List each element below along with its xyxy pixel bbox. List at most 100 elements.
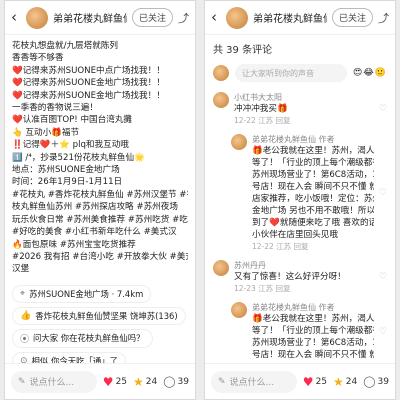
star-icon: ★	[133, 374, 144, 389]
comment-text: 等了！「行业的顶上每个潮级都有」	[252, 158, 374, 168]
comment-field[interactable]: 让大家听到你的声音	[235, 64, 347, 82]
comment-meta: 12-22 江苏 回复	[252, 242, 309, 251]
post-header: ‹ 弟弟花楼丸鲜鱼仙 已关注 ⤴	[205, 1, 395, 35]
post-text-line: 地点：苏州SUONE金地广场	[12, 165, 120, 176]
comment-item[interactable]: 苏州丹丹 又有了惊喜！这么好评分呀！ 12-23 江苏 回复 ♡	[205, 254, 395, 296]
author-avatar[interactable]	[26, 6, 48, 29]
author-avatar[interactable]	[226, 6, 248, 29]
comment-count: 共 39 条评论	[213, 45, 273, 56]
comment-text: 店家推荐，吃小饭哦！定位：苏州SUONE	[252, 194, 374, 204]
question-icon: ⦿	[20, 334, 30, 345]
product-card[interactable]: 👍 香炸花枝丸鲜鱼仙赞坚果 饶坤苏(136)	[12, 306, 186, 325]
commenter-name[interactable]: 弟弟花楼丸鲜鱼仙 作者	[252, 134, 374, 145]
product-text: 香炸花枝丸鲜鱼仙赞坚果 饶坤苏(136)	[35, 310, 178, 321]
post-text-line: ❤️认准百图TOP! 中国台湾丸攤	[12, 115, 133, 126]
commenter-name[interactable]: 弟弟花楼丸鲜鱼仙 作者	[252, 302, 374, 313]
back-icon[interactable]: ‹	[11, 10, 21, 25]
comment-placeholder: 说点什么...	[229, 378, 275, 388]
post-text-line: 一季香的香物说三遍！	[12, 103, 98, 114]
commenter-name[interactable]: 苏州丹丹	[234, 260, 374, 271]
post-text-line: 时间：26年1月9日-1月11日	[12, 177, 123, 188]
follow-button[interactable]: 已关注	[131, 8, 173, 27]
comment-item[interactable]: 小红书大太阳 冲冲冲我买🎁 12-22 江苏 回复 ♡	[205, 86, 395, 128]
reply-item[interactable]: 弟弟花楼丸鲜鱼仙 作者🎁老公我就在这里！苏州，渴人家久等了！「行业的顶上每个潮级…	[205, 128, 395, 254]
comment-text: 金地广场 另也不用不敢哦！所以你都要再	[252, 206, 374, 216]
post-text-line: 枝丸鲜鱼仙苏州 #苏州探店攻略 #苏州夜场	[12, 202, 178, 213]
comment-bubble-icon: ◯	[363, 375, 376, 388]
comments-count: 39	[177, 376, 189, 387]
comment-bubble-icon: ◯	[163, 375, 176, 388]
collect-button[interactable]: ★ 24	[133, 375, 157, 389]
share-icon[interactable]: ⤴	[378, 10, 389, 26]
like-button[interactable]: ♥ 25	[303, 375, 327, 389]
commenter-avatar[interactable]	[231, 302, 247, 318]
post-text-line: ❤️记得来苏州SUONE金地广场找我！！	[12, 90, 165, 101]
follow-button[interactable]: 已关注	[331, 8, 373, 27]
post-text-line: 🔥面包原味 #苏州宝宝吃货推荐	[12, 239, 136, 250]
action-bar: ✎ 说点什么... ♥ 25 ★ 24 ◯ 39	[205, 363, 395, 399]
author-name[interactable]: 弟弟花楼丸鲜鱼仙	[53, 10, 127, 25]
comment-text: 冲冲冲我买🎁	[234, 104, 288, 114]
comment-text: 到了❤️就随便来吃了哦 喜欢的话 就要来来哦	[252, 218, 374, 228]
pencil-icon: ✎	[18, 376, 26, 387]
comment-like-icon[interactable]: ♡	[379, 188, 387, 198]
comment-text: 🎁老公我就在这里！苏州，渴人家久	[252, 146, 374, 156]
share-icon[interactable]: ⤴	[178, 10, 189, 26]
comment-meta: 12-23 江苏 回复	[234, 284, 291, 293]
post-text-line: 香香等不够香	[12, 53, 64, 64]
heart-icon: ♥	[302, 374, 314, 389]
comment-like-icon[interactable]: ♡	[379, 327, 387, 337]
pencil-icon: ✎	[218, 376, 226, 387]
comment-meta: 12-22 江苏 回复	[234, 116, 291, 125]
comment-like-icon[interactable]: ♡	[379, 272, 387, 282]
comments-button[interactable]: ◯ 39	[363, 375, 389, 388]
post-text-line: #好吃的美食 #小红书新年吃什么 #美式汉	[12, 227, 177, 238]
user-avatar	[213, 65, 229, 81]
comment-body: 小红书大太阳 冲冲冲我买🎁 12-22 江苏 回复	[234, 92, 374, 126]
author-name[interactable]: 弟弟花楼丸鲜鱼仙	[253, 10, 327, 25]
comment-text: 🎁老公我就在这里！苏州，渴人家久	[252, 314, 374, 324]
qa-text: 问大家 你在花枝丸鲜鱼仙吗？	[33, 333, 145, 344]
comment-text: 又有了惊喜！这么好评分呀！	[234, 272, 346, 282]
comment-placeholder: 说点什么...	[29, 378, 75, 388]
comment-body: 弟弟花楼丸鲜鱼仙 作者🎁老公我就在这里！苏州，渴人家久等了！「行业的顶上每个潮级…	[252, 302, 374, 361]
thumb-icon: 👍	[20, 310, 32, 321]
post-text-line: 👆 互动小🎁福节	[12, 127, 80, 138]
comments-button[interactable]: ◯ 39	[163, 375, 189, 388]
comment-text: 等了！「行业的顶上每个潮级都有」	[252, 326, 374, 336]
collect-count: 24	[145, 376, 158, 387]
comment-list: 小红书大太阳 冲冲冲我买🎁 12-22 江苏 回复 ♡ 弟弟花楼丸鲜鱼仙 作者 🎁老公我就…	[205, 86, 395, 363]
emoji-shortcuts[interactable]: 😍😂🙂	[353, 68, 387, 78]
collect-button[interactable]: ★ 24	[333, 375, 357, 389]
star-icon: ★	[333, 374, 344, 389]
location-card[interactable]: ⌖ 苏州SUONE金地广场 · 7.4km	[12, 284, 152, 303]
commenter-avatar[interactable]	[231, 134, 247, 150]
comment-text: 苏州现场营业了！第6C8活动，12.31	[252, 170, 374, 180]
comment-body: 弟弟花楼丸鲜鱼仙 作者🎁老公我就在这里！苏州，渴人家久等了！「行业的顶上每个潮级…	[252, 134, 374, 252]
post-text-line: 汉堡	[12, 264, 30, 275]
location-icon: ⌖	[20, 288, 26, 299]
collect-count: 24	[345, 376, 358, 387]
commenter-name[interactable]: 小红书大太阳	[234, 92, 374, 103]
back-icon[interactable]: ‹	[211, 10, 221, 25]
comment-composer: 让大家听到你的声音 😍😂🙂	[205, 60, 395, 86]
post-panel: ‹ 弟弟花楼丸鲜鱼仙 已关注 ⤴ 花枝丸想盘就/九层塔就陈列 香香等不够香 ❤️记得…	[4, 0, 196, 400]
comment-text: 苏州现场营业了！第6C8活动，12.31	[252, 338, 374, 348]
like-count: 25	[315, 376, 328, 387]
comment-like-icon[interactable]: ♡	[379, 104, 387, 114]
comments-count: 39	[377, 376, 389, 387]
post-text-line: ❤️记得来苏州SUONE中点广场找我！！	[12, 65, 165, 76]
post-text-line: 玩乐伙食日常 #苏州美食推荐 #苏州吃货 #吃货	[12, 214, 188, 225]
location-text: 苏州SUONE金地广场 · 7.4km	[29, 288, 144, 299]
reply-item[interactable]: 弟弟花楼丸鲜鱼仙 作者🎁老公我就在这里！苏州，渴人家久等了！「行业的顶上每个潮级…	[205, 296, 395, 363]
like-count: 25	[115, 376, 128, 387]
comment-input[interactable]: ✎ 说点什么...	[211, 370, 297, 393]
action-bar: ✎ 说点什么... ♥ 25 ★ 24 ◯ 39	[5, 363, 195, 399]
commenter-avatar[interactable]	[213, 260, 229, 276]
post-body: 花枝丸想盘就/九层塔就陈列 香香等不够香 ❤️记得来苏州SUONE中点广场找我！！ ❤…	[5, 35, 195, 281]
comment-input[interactable]: ✎ 说点什么...	[11, 370, 97, 393]
commenter-avatar[interactable]	[213, 92, 229, 108]
qa-card[interactable]: ⦿ 问大家 你在花枝丸鲜鱼仙吗？	[12, 328, 153, 348]
comment-text: 号店！现在入会 瞬间不只不懂 就没收位 苏州SUONE金	[252, 182, 374, 192]
like-button[interactable]: ♥ 25	[103, 375, 127, 389]
